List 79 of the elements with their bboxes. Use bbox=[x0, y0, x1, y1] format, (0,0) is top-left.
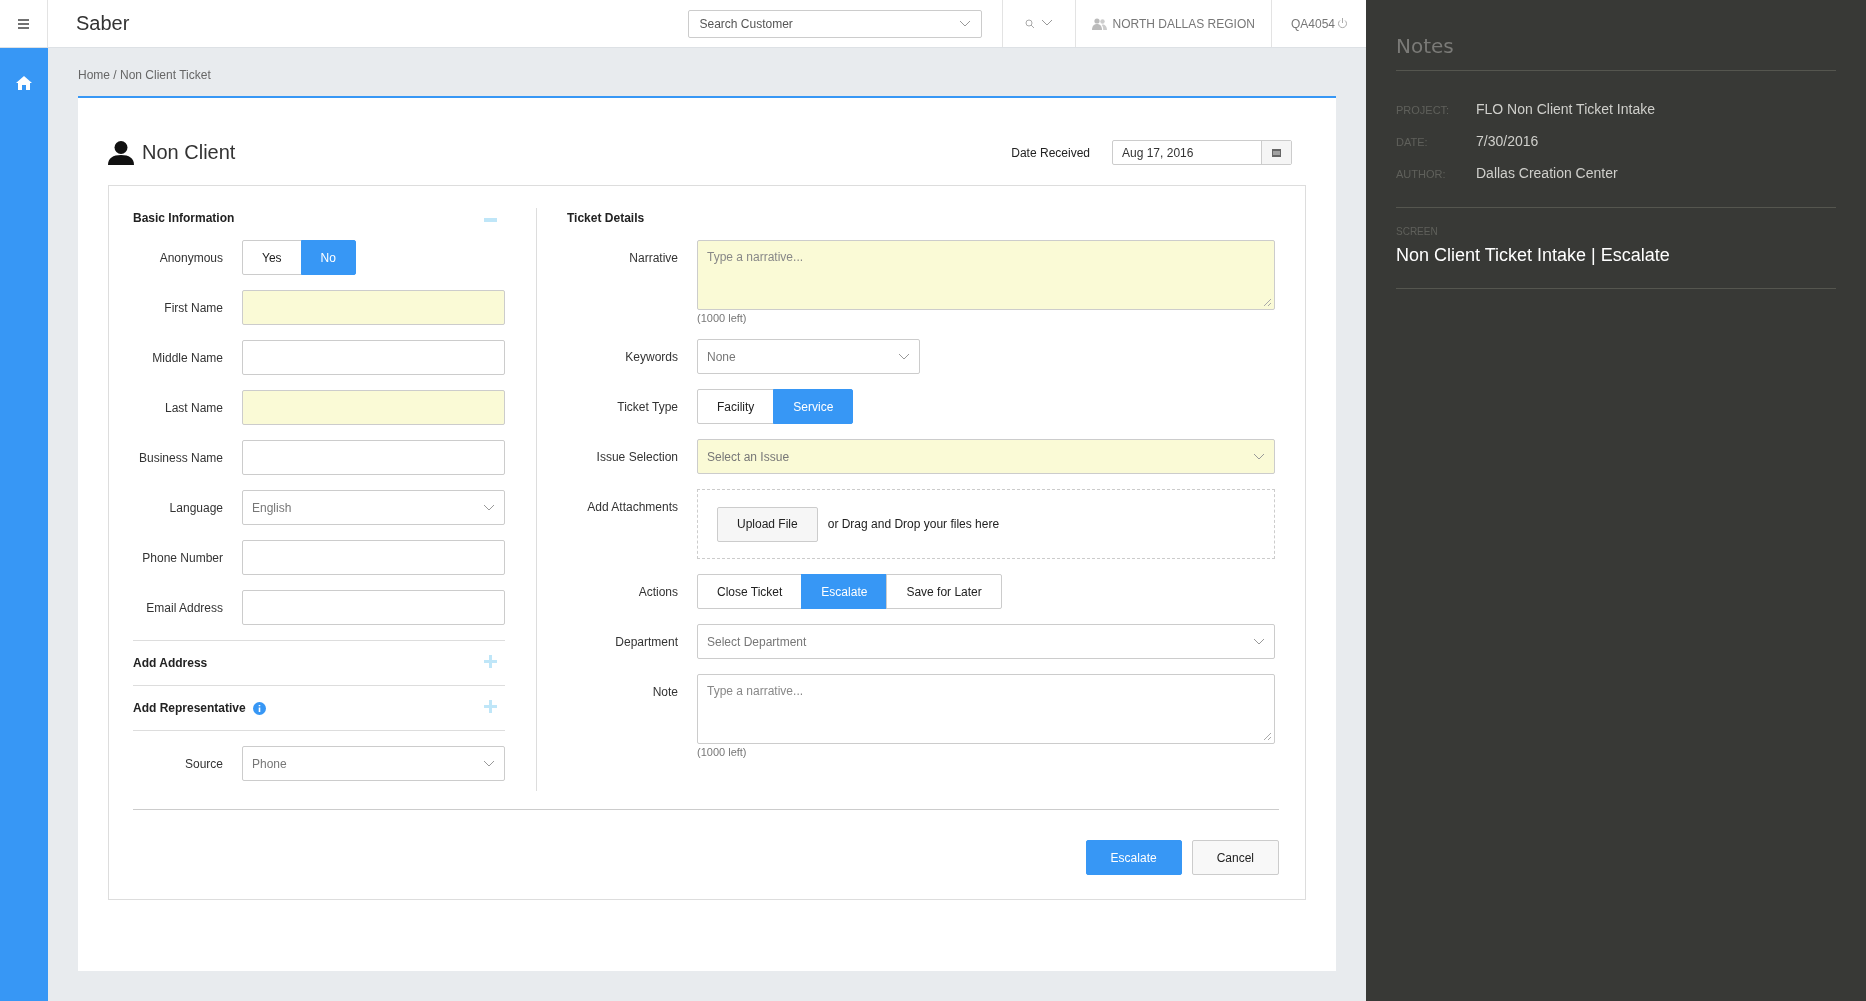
text-field[interactable] bbox=[242, 390, 505, 425]
calendar-button[interactable] bbox=[1261, 141, 1291, 164]
search-icon bbox=[1025, 18, 1036, 29]
user-id[interactable]: QA4054 bbox=[1290, 16, 1335, 31]
field-label: First Name bbox=[163, 300, 223, 315]
field-label: Last Name bbox=[163, 400, 223, 415]
segment-option[interactable]: Facility bbox=[697, 389, 775, 424]
calendar-icon bbox=[1272, 148, 1281, 157]
expand-icon[interactable] bbox=[484, 655, 497, 668]
meta-value: 7/30/2016 bbox=[1476, 133, 1540, 149]
upload-button[interactable]: Upload File bbox=[717, 506, 818, 542]
chevron-down-icon bbox=[959, 20, 972, 27]
users-icon bbox=[1092, 17, 1108, 30]
field-label: Business Name bbox=[137, 450, 223, 465]
character-counter: (1000 left) bbox=[697, 312, 748, 324]
field-label: Note bbox=[651, 684, 678, 699]
drop-zone[interactable]: Upload File or Drag and Drop your files here bbox=[697, 489, 1275, 559]
chevron-down-icon bbox=[483, 760, 495, 767]
chevron-down-icon bbox=[1041, 18, 1054, 26]
chevron-down-icon bbox=[898, 353, 910, 360]
segment-option[interactable]: Save for Later bbox=[886, 574, 1002, 609]
action-button[interactable]: Cancel bbox=[1191, 840, 1279, 875]
search-field[interactable]: Search Customer bbox=[688, 9, 983, 38]
date-label: Date Received bbox=[1011, 145, 1090, 160]
field-label: Phone Number bbox=[141, 550, 223, 565]
text-field[interactable] bbox=[242, 440, 505, 475]
app-title: Saber bbox=[76, 12, 131, 35]
text-field[interactable] bbox=[242, 290, 505, 325]
section-row[interactable]: Add Address bbox=[133, 640, 505, 685]
page-title: Non Client bbox=[142, 141, 236, 164]
meta-value: FLO Non Client Ticket Intake bbox=[1476, 101, 1656, 117]
field-label: Department bbox=[614, 634, 678, 649]
resize-handle-icon[interactable] bbox=[1263, 732, 1272, 741]
menu-icon bbox=[18, 18, 29, 29]
resize-handle-icon[interactable] bbox=[1263, 298, 1272, 307]
notes-title: Notes bbox=[1396, 30, 1836, 71]
field-label: Narrative bbox=[628, 250, 678, 265]
date-field[interactable]: Aug 17, 2016 bbox=[1112, 140, 1292, 165]
field-label: Source bbox=[183, 756, 223, 771]
field-label: Anonymous bbox=[158, 250, 223, 265]
dropdown[interactable]: Select Department bbox=[697, 624, 1275, 659]
field-label: Language bbox=[168, 500, 223, 515]
meta-value: Dallas Creation Center bbox=[1476, 165, 1619, 181]
dropdown[interactable]: None bbox=[697, 339, 920, 374]
chevron-down-icon bbox=[1253, 638, 1265, 645]
text-area[interactable]: Type a narrative... bbox=[697, 674, 1275, 744]
text-field[interactable] bbox=[242, 340, 505, 375]
expand-icon[interactable] bbox=[484, 700, 497, 713]
field-label: Middle Name bbox=[151, 350, 223, 365]
region-label[interactable]: NORTH DALLAS REGION bbox=[1112, 16, 1255, 31]
screen-title: Non Client Ticket Intake | Escalate bbox=[1396, 245, 1671, 266]
dropdown[interactable]: Phone bbox=[242, 746, 505, 781]
field-label: Email Address bbox=[145, 600, 223, 615]
dropdown[interactable]: Select an Issue bbox=[697, 439, 1275, 474]
text-field[interactable] bbox=[242, 590, 505, 625]
segment-option[interactable]: Yes bbox=[242, 240, 302, 275]
dropdown[interactable]: English bbox=[242, 490, 505, 525]
field-label: Add Attachments bbox=[586, 499, 678, 514]
character-counter: (1000 left) bbox=[697, 746, 748, 758]
breadcrumb: Home / Non Client Ticket bbox=[78, 68, 212, 82]
chevron-down-icon bbox=[1253, 453, 1265, 460]
field-label: Issue Selection bbox=[595, 449, 678, 464]
text-field[interactable] bbox=[242, 540, 505, 575]
section-title: Ticket Details bbox=[567, 211, 645, 225]
person-icon bbox=[108, 140, 134, 165]
collapse-icon[interactable] bbox=[484, 218, 497, 222]
chevron-down-icon bbox=[483, 504, 495, 511]
segment-option[interactable]: Close Ticket bbox=[697, 574, 803, 609]
field-label: Actions bbox=[637, 584, 678, 599]
drop-hint: or Drag and Drop your files here bbox=[827, 517, 1000, 531]
field-label: Ticket Type bbox=[616, 399, 678, 414]
section-title: Basic Information bbox=[133, 211, 235, 225]
info-icon[interactable] bbox=[252, 701, 266, 715]
section-row[interactable]: Add Representative bbox=[133, 685, 505, 730]
power-icon[interactable] bbox=[1337, 18, 1348, 29]
field-label: Keywords bbox=[624, 349, 678, 364]
section-title[interactable]: Add Address bbox=[133, 656, 208, 670]
section-title[interactable]: Add Representative bbox=[133, 701, 246, 715]
home-icon[interactable] bbox=[16, 76, 32, 90]
